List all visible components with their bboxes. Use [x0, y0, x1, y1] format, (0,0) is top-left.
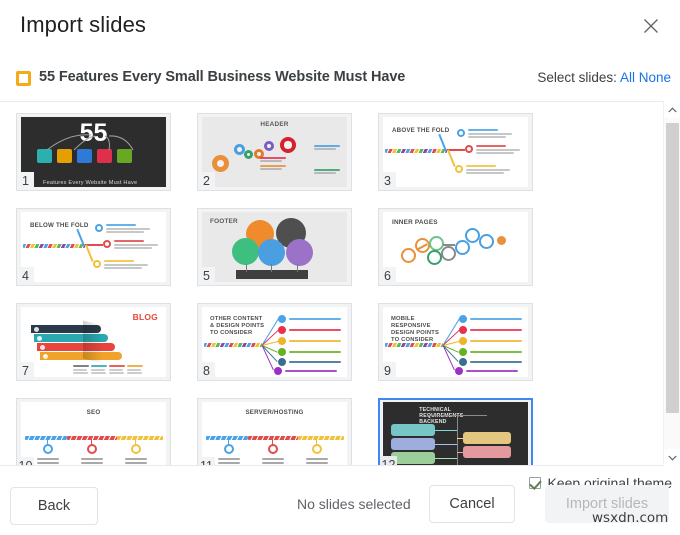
slide-title: INNER PAGES: [392, 219, 438, 226]
slide-preview: ABOVE THE FOLD: [383, 117, 528, 187]
slide-number: 8: [198, 362, 215, 380]
cancel-button[interactable]: Cancel: [429, 485, 515, 523]
slide-title: OTHER CONTENT & DESIGN POINTS TO CONSIDE…: [210, 316, 265, 336]
dialog-footer: Back No slides selected Cancel Import sl…: [0, 480, 680, 535]
slide-preview: SEO: [21, 402, 166, 465]
slide-number: 4: [17, 267, 34, 285]
select-all-link[interactable]: All: [620, 70, 635, 85]
slide-title: ABOVE THE FOLD: [392, 127, 450, 134]
select-none-link[interactable]: None: [639, 70, 671, 85]
slide-number: 7: [17, 362, 34, 380]
slide-title: BELOW THE FOLD: [30, 222, 89, 229]
slide-preview: OTHER CONTENT & DESIGN POINTS TO CONSIDE…: [202, 307, 347, 377]
slide-number: 1: [17, 172, 34, 190]
close-icon[interactable]: [638, 13, 664, 39]
slide-thumbnail[interactable]: TECHNICAL REQUIREMENTS BACKEND 12: [378, 398, 533, 465]
slide-preview: SERVER/HOSTING: [202, 402, 347, 465]
select-slides-controls: Select slides: All None: [537, 70, 671, 85]
presentation-subheader: 55 Features Every Small Business Website…: [0, 58, 680, 100]
selection-status: No slides selected: [297, 496, 411, 512]
slide-preview: BLOG: [21, 307, 166, 377]
slide-thumbnail[interactable]: HEADER 2: [197, 113, 352, 191]
slide-number: 10: [17, 457, 34, 465]
slide-preview: TECHNICAL REQUIREMENTS BACKEND: [383, 402, 528, 465]
dialog-header: Import slides: [0, 0, 680, 57]
slide-preview: 55 Features Every Website Must Have: [21, 117, 166, 187]
slide-thumbnail[interactable]: SEO 10: [16, 398, 171, 465]
slide-title: Features Every Website Must Have: [43, 180, 138, 186]
slides-file-icon: [16, 71, 31, 86]
slide-grid-region: 55 Features Every Website Must Have 1 HEADE…: [0, 101, 680, 466]
slide-number: 9: [379, 362, 396, 380]
back-button[interactable]: Back: [10, 487, 98, 525]
slide-preview: BELOW THE FOLD: [21, 212, 166, 282]
slide-grid: 55 Features Every Website Must Have 1 HEADE…: [0, 102, 652, 465]
slide-preview: FOOTER: [202, 212, 347, 282]
slide-thumbnail[interactable]: INNER PAGES 6: [378, 208, 533, 286]
slide-thumbnail[interactable]: OTHER CONTENT & DESIGN POINTS TO CONSIDE…: [197, 303, 352, 381]
slide-number: 11: [198, 457, 215, 465]
chevron-down-icon[interactable]: [664, 449, 680, 466]
presentation-name: 55 Features Every Small Business Website…: [39, 69, 406, 85]
grid-scrollbar[interactable]: [663, 101, 680, 466]
slide-thumbnail[interactable]: SERVER/HOSTING 11: [197, 398, 352, 465]
slide-thumbnail[interactable]: ABOVE THE FOLD 3: [378, 113, 533, 191]
slide-title: HEADER: [260, 121, 289, 128]
slide-title: TECHNICAL REQUIREMENTS BACKEND: [419, 407, 464, 425]
watermark: wsxdn.com: [592, 510, 669, 526]
slide-thumbnail[interactable]: BLOG 7: [16, 303, 171, 381]
slide-thumbnail[interactable]: FOOTER 5: [197, 208, 352, 286]
slide-thumbnail[interactable]: MOBILE RESPONSIVE DESIGN POINTS TO CONSI…: [378, 303, 533, 381]
slide-title: SEO: [86, 409, 101, 416]
slide-number: 6: [379, 267, 396, 285]
chevron-up-icon[interactable]: [664, 101, 680, 118]
slide-title: SERVER/HOSTING: [245, 409, 304, 416]
slide-number: 2: [198, 172, 215, 190]
slide-number: 5: [198, 267, 215, 285]
slide-thumbnail[interactable]: 55 Features Every Website Must Have 1: [16, 113, 171, 191]
slide-thumbnail[interactable]: BELOW THE FOLD 4: [16, 208, 171, 286]
slide-title: MOBILE RESPONSIVE DESIGN POINTS TO CONSI…: [391, 316, 440, 343]
select-slides-label: Select slides:: [537, 70, 617, 85]
page-title: Import slides: [20, 12, 147, 37]
slide-title: FOOTER: [210, 218, 238, 225]
slide-title: BLOG: [132, 312, 158, 322]
slide-number: 3: [379, 172, 396, 190]
scrollbar-thumb[interactable]: [666, 123, 679, 413]
slide-preview: MOBILE RESPONSIVE DESIGN POINTS TO CONSI…: [383, 307, 528, 377]
slide-number: 12: [380, 456, 397, 465]
slide-preview: INNER PAGES: [383, 212, 528, 282]
slide-preview: HEADER: [202, 117, 347, 187]
